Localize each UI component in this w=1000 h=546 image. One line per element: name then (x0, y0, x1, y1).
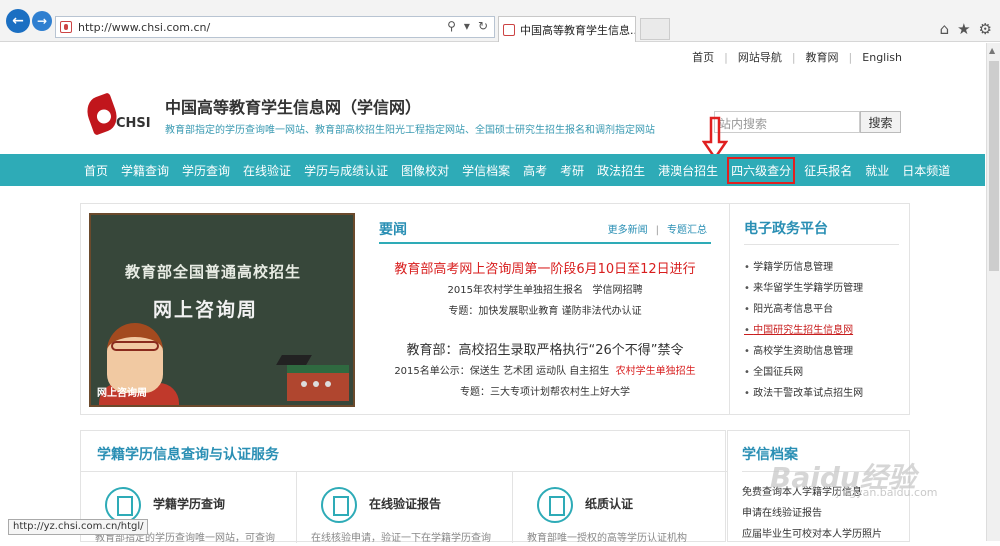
nav-item-degree[interactable]: 学历查询 (182, 162, 230, 179)
search-input[interactable]: 站内搜索 (714, 111, 860, 133)
report-icon (321, 487, 357, 523)
nav-item-law[interactable]: 政法招生 (597, 162, 645, 179)
services-panel: 学籍学历信息查询与认证服务 学籍学历查询 教育部指定的学历查询唯一网站，可查询 … (80, 430, 729, 544)
service-desc: 在线核验申请，验证一下在学籍学历查询 (311, 533, 491, 544)
nav-item-home[interactable]: 首页 (84, 162, 108, 179)
gov-item[interactable]: 高校学生资助信息管理 (744, 342, 863, 363)
archive-item[interactable]: 申请在线验证报告 (742, 504, 882, 525)
news-link-lists[interactable]: 2015名单公示：保送生 艺术团 运动队 自主招生 (394, 366, 609, 377)
nav-item-image-check[interactable]: 图像校对 (401, 162, 449, 179)
nav-item-certification[interactable]: 学历与成绩认证 (304, 162, 388, 179)
service-name: 纸质认证 (585, 497, 634, 511)
news-sub-line-1: 2015年农村学生单独招生报名 学信网招聘 (379, 281, 711, 296)
graduation-cap-icon (276, 355, 312, 365)
degree-search-icon (105, 487, 141, 523)
top-links: 首页 | 网站导航 | 教育网 | English (692, 49, 902, 65)
news-topic-line-2[interactable]: 专题：三大专项计划帮农村生上好大学 (379, 383, 711, 398)
home-icon[interactable]: ⌂ (940, 20, 950, 38)
hero-line2: 网上咨询周 (153, 299, 259, 321)
hero-banner[interactable]: 教育部全国普通高校招生 网上咨询周 网上咨询周 (89, 213, 355, 407)
news-link-rural-admission[interactable]: 农村学生单独招生 (616, 366, 696, 377)
new-tab-button[interactable] (640, 18, 670, 40)
top-link-english[interactable]: English (862, 51, 902, 64)
baidu-watermark-url: jingyan.baidu.com (836, 486, 938, 499)
carousel-dots[interactable] (301, 381, 331, 387)
scroll-up-icon[interactable]: ▲ (989, 46, 995, 55)
status-bar-url: http://yz.chsi.com.cn/htgl/ (8, 519, 149, 535)
browser-tab[interactable]: 中国高等教育学生信息... × (498, 16, 636, 42)
gov-item[interactable]: 政法干警改革试点招生网 (744, 384, 863, 405)
site-title: 中国高等教育学生信息网（学信网） (165, 98, 422, 117)
certificate-icon (537, 487, 573, 523)
nav-item-hk-tw[interactable]: 港澳台招生 (658, 162, 718, 179)
news-topic-line-1[interactable]: 专题：加快发展职业教育 谨防非法代办认证 (379, 302, 711, 317)
site-subtitle: 教育部指定的学历查询唯一网站、教育部高校招生阳光工程指定网站、全国硕士研究生招生… (165, 125, 655, 136)
nav-item-military[interactable]: 征兵报名 (804, 162, 852, 179)
nav-item-online-verify[interactable]: 在线验证 (243, 162, 291, 179)
gov-item[interactable]: 阳光高考信息平台 (744, 300, 863, 321)
gov-platform: 电子政务平台 学籍学历信息管理 来华留学生学籍学历管理 阳光高考信息平台 中国研… (729, 204, 910, 414)
news-panel: 教育部全国普通高校招生 网上咨询周 网上咨询周 要闻 更多新闻 | 专题汇总 教育部… (80, 203, 910, 415)
news-section: 要闻 更多新闻 | 专题汇总 教育部高考网上咨询周第一阶段6月10日至12日进行 2… (379, 216, 711, 398)
settings-gear-icon[interactable]: ⚙ (979, 20, 992, 38)
service-name: 学籍学历查询 (153, 497, 226, 511)
nav-item-japan[interactable]: 日本频道 (902, 162, 950, 179)
news-link-rural[interactable]: 2015年农村学生单独招生报名 (448, 285, 583, 296)
archive-item[interactable]: 应届毕业生可校对本人学历照片 (742, 525, 882, 546)
chsi-logo[interactable]: CHSI (82, 92, 158, 136)
news-link-jobs[interactable]: 学信网招聘 (593, 285, 643, 296)
tab-title: 中国高等教育学生信息... (520, 23, 636, 37)
top-link-home[interactable]: 首页 (692, 49, 714, 65)
gov-item[interactable]: 全国征兵网 (744, 363, 863, 384)
dropdown-icon[interactable]: ▾ (464, 19, 470, 33)
top-link-sitemap[interactable]: 网站导航 (738, 49, 782, 65)
search-button[interactable]: 搜索 (860, 111, 901, 133)
nav-item-archive[interactable]: 学信档案 (462, 162, 510, 179)
refresh-icon[interactable]: ↻ (478, 19, 488, 33)
gov-item-yz-link[interactable]: 中国研究生招生信息网 (744, 321, 863, 342)
service-card[interactable]: 在线验证报告 在线核验申请，验证一下在学籍学历查询 (297, 471, 513, 544)
scrollbar-thumb[interactable] (989, 61, 999, 271)
site-favicon-icon (60, 21, 72, 33)
news-sub-line-2: 2015名单公示：保送生 艺术团 运动队 自主招生 农村学生单独招生 (379, 362, 711, 377)
top-link-edu[interactable]: 教育网 (806, 49, 839, 65)
logo-text: CHSI (116, 116, 151, 131)
vertical-scrollbar[interactable]: ▲ (986, 43, 1000, 541)
headline-1[interactable]: 教育部高考网上咨询周第一阶段6月10日至12日进行 (379, 258, 711, 277)
gov-item[interactable]: 来华留学生学籍学历管理 (744, 279, 863, 300)
forward-button[interactable]: → (32, 11, 52, 31)
hero-line1: 教育部全国普通高校招生 (125, 263, 302, 281)
gov-title: 电子政务平台 (744, 221, 828, 237)
services-title: 学籍学历信息查询与认证服务 (97, 447, 279, 463)
service-name: 在线验证报告 (369, 497, 442, 511)
service-card[interactable]: 纸质认证 教育部唯一授权的高等学历认证机构 (513, 471, 729, 544)
nav-item-jobs[interactable]: 就业 (865, 162, 889, 179)
service-desc: 教育部唯一授权的高等学历认证机构 (527, 533, 687, 544)
browser-toolbar: ← → http://www.chsi.com.cn/ ⚲ ▾ ↻ 中国高等教育… (0, 0, 1000, 42)
headline-2[interactable]: 教育部：高校招生录取严格执行“26个不得”禁令 (379, 339, 711, 358)
favorites-star-icon[interactable]: ★ (957, 20, 970, 38)
topics-link[interactable]: 专题汇总 (667, 225, 707, 236)
gov-item[interactable]: 学籍学历信息管理 (744, 258, 863, 279)
nav-item-gaokao[interactable]: 高考 (523, 162, 547, 179)
hero-glasses (111, 341, 159, 351)
more-news-link[interactable]: 更多新闻 (608, 225, 648, 236)
arrow-right-icon: → (36, 14, 48, 28)
hero-figure-face (107, 323, 163, 393)
nav-item-cet-score[interactable]: 四六级查分 (727, 156, 796, 184)
nav-item-enrollment[interactable]: 学籍查询 (121, 162, 169, 179)
arrow-left-icon: ← (12, 13, 24, 29)
search-icon[interactable]: ⚲ (447, 19, 456, 33)
hero-caption: 网上咨询周 (97, 388, 147, 399)
news-title: 要闻 (379, 222, 407, 238)
main-nav: 首页 学籍查询 学历查询 在线验证 学历与成绩认证 图像校对 学信档案 高考 考… (0, 154, 985, 186)
address-url: http://www.chsi.com.cn/ (78, 20, 211, 34)
tab-favicon-icon (503, 23, 515, 36)
nav-item-kaoyan[interactable]: 考研 (560, 162, 584, 179)
back-button[interactable]: ← (6, 9, 30, 33)
address-bar[interactable]: http://www.chsi.com.cn/ ⚲ ▾ ↻ (55, 16, 495, 38)
